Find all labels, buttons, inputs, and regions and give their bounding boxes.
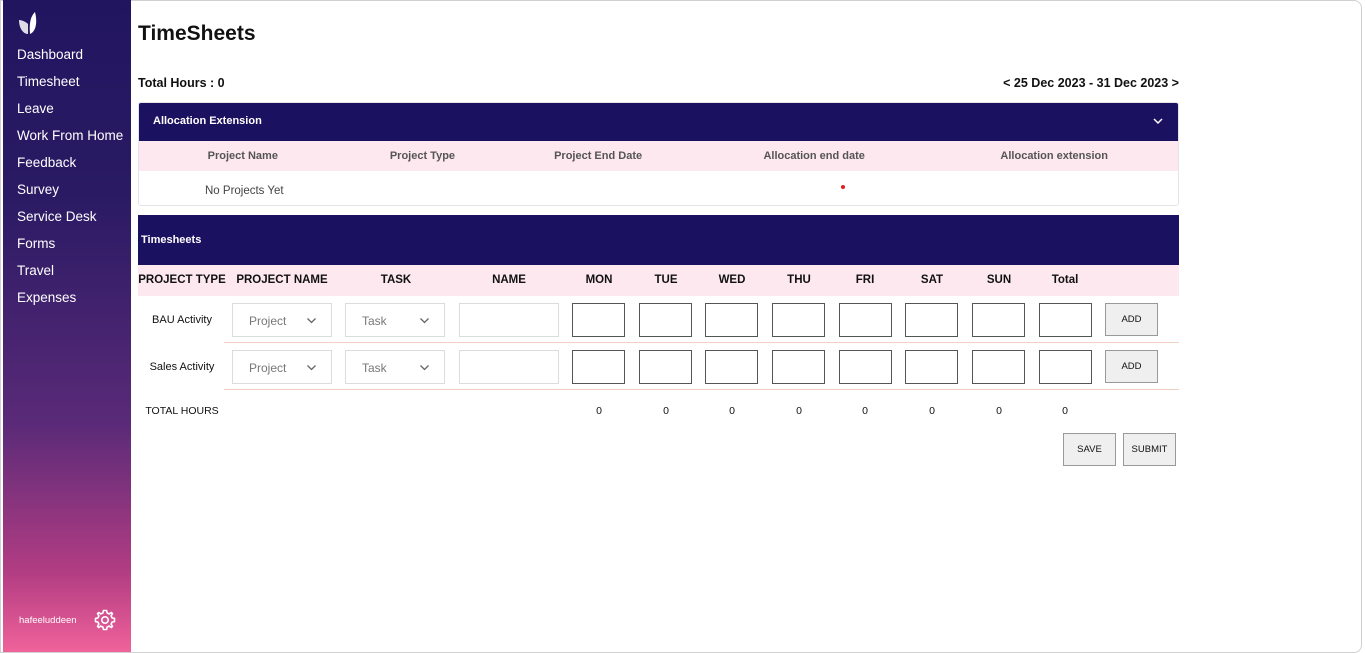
tue-total: 0 <box>663 405 669 417</box>
name-input[interactable] <box>459 303 559 337</box>
allocation-extension-panel: Allocation Extension Project Name Projec… <box>138 102 1179 206</box>
column-header: Project End Date <box>554 150 643 162</box>
sun-hours-input[interactable] <box>972 303 1025 337</box>
column-header: Project Type <box>389 150 456 162</box>
fri-total: 0 <box>862 405 868 417</box>
project-select[interactable]: Project <box>232 350 332 384</box>
project-select-placeholder: Project <box>249 314 287 328</box>
grand-total: 0 <box>1062 405 1068 417</box>
column-header: SUN <box>986 274 1012 286</box>
sidebar-item-travel[interactable]: Travel <box>17 260 123 287</box>
total-hours-label: TOTAL HOURS <box>145 405 219 417</box>
name-input[interactable] <box>459 350 559 384</box>
app-root: Dashboard Timesheet Leave Work From Home… <box>0 0 1365 653</box>
sat-total: 0 <box>929 405 935 417</box>
task-select-placeholder: Task <box>362 314 387 328</box>
save-button[interactable]: SAVE <box>1063 433 1116 466</box>
timesheets-header: Timesheets <box>138 215 1179 265</box>
project-select[interactable]: Project <box>232 303 332 337</box>
sidebar-nav: Dashboard Timesheet Leave Work From Home… <box>17 44 123 314</box>
chevron-down-icon <box>420 318 429 324</box>
timesheets-column-headers: PROJECT TYPE PROJECT NAME TASK NAME MON … <box>138 265 1179 296</box>
page-title: TimeSheets <box>138 22 256 45</box>
column-header: NAME <box>492 274 526 286</box>
thu-hours-input[interactable] <box>772 303 825 337</box>
column-header: PROJECT TYPE <box>138 274 226 286</box>
status-dot <box>841 185 845 189</box>
sidebar-item-leave[interactable]: Leave <box>17 98 123 125</box>
empty-state-text: No Projects Yet <box>205 185 284 197</box>
mon-hours-input[interactable] <box>572 350 625 384</box>
column-header: PROJECT NAME <box>236 274 328 286</box>
sidebar-item-timesheet[interactable]: Timesheet <box>17 71 123 98</box>
tue-hours-input[interactable] <box>639 303 692 337</box>
task-select[interactable]: Task <box>345 303 445 337</box>
sidebar-item-work-from-home[interactable]: Work From Home <box>17 125 123 152</box>
chevron-down-icon <box>307 318 316 324</box>
add-button[interactable]: ADD <box>1105 303 1158 336</box>
column-header: TASK <box>380 274 412 286</box>
timesheet-row: BAU Activity Project Task ADD <box>138 296 1179 343</box>
thu-hours-input[interactable] <box>772 350 825 384</box>
chevron-down-icon <box>307 365 316 371</box>
timesheet-row: Sales Activity Project Task ADD <box>138 343 1179 390</box>
logo-icon <box>19 12 37 34</box>
chevron-down-icon[interactable] <box>1152 115 1164 127</box>
column-header: THU <box>787 274 811 286</box>
sat-hours-input[interactable] <box>905 350 958 384</box>
allocation-header[interactable]: Allocation Extension <box>139 103 1178 141</box>
sidebar-item-dashboard[interactable]: Dashboard <box>17 44 123 71</box>
wed-hours-input[interactable] <box>705 350 758 384</box>
column-header: Total <box>1051 274 1079 286</box>
sidebar-item-expenses[interactable]: Expenses <box>17 287 123 314</box>
sidebar: Dashboard Timesheet Leave Work From Home… <box>3 0 131 652</box>
allocation-body: No Projects Yet <box>139 171 1178 205</box>
mon-hours-input[interactable] <box>572 303 625 337</box>
column-header: SAT <box>920 274 944 286</box>
row-divider <box>224 389 1179 390</box>
column-header: MON <box>585 274 613 286</box>
fri-hours-input[interactable] <box>839 303 892 337</box>
wed-total: 0 <box>729 405 735 417</box>
sidebar-item-feedback[interactable]: Feedback <box>17 152 123 179</box>
task-select-placeholder: Task <box>362 361 387 375</box>
column-header: Allocation extension <box>1000 150 1108 162</box>
gear-icon[interactable] <box>93 608 117 632</box>
sidebar-item-service-desk[interactable]: Service Desk <box>17 206 123 233</box>
allocation-column-headers: Project Name Project Type Project End Da… <box>139 141 1178 171</box>
mon-total: 0 <box>596 405 602 417</box>
username: hafeeluddeen <box>19 615 77 626</box>
column-header: Project Name <box>207 150 278 162</box>
chevron-down-icon <box>420 365 429 371</box>
allocation-title: Allocation Extension <box>153 115 262 127</box>
sun-hours-input[interactable] <box>972 350 1025 384</box>
column-header: WED <box>718 274 746 286</box>
submit-button[interactable]: SUBMIT <box>1123 433 1176 466</box>
fri-hours-input[interactable] <box>839 350 892 384</box>
project-select-placeholder: Project <box>249 361 287 375</box>
column-header: FRI <box>855 274 875 286</box>
total-hours-input[interactable] <box>1039 350 1092 384</box>
project-type-label: Sales Activity <box>149 361 215 373</box>
wed-hours-input[interactable] <box>705 303 758 337</box>
week-navigator[interactable]: < 25 Dec 2023 - 31 Dec 2023 > <box>1003 76 1179 90</box>
sidebar-item-survey[interactable]: Survey <box>17 179 123 206</box>
project-type-label: BAU Activity <box>152 314 212 326</box>
tue-hours-input[interactable] <box>639 350 692 384</box>
total-hours-input[interactable] <box>1039 303 1092 337</box>
column-header: Allocation end date <box>763 150 865 162</box>
sat-hours-input[interactable] <box>905 303 958 337</box>
sun-total: 0 <box>996 405 1002 417</box>
sidebar-item-forms[interactable]: Forms <box>17 233 123 260</box>
add-button[interactable]: ADD <box>1105 350 1158 383</box>
task-select[interactable]: Task <box>345 350 445 384</box>
total-hours: Total Hours : 0 <box>138 76 225 90</box>
thu-total: 0 <box>796 405 802 417</box>
column-header: TUE <box>654 274 678 286</box>
